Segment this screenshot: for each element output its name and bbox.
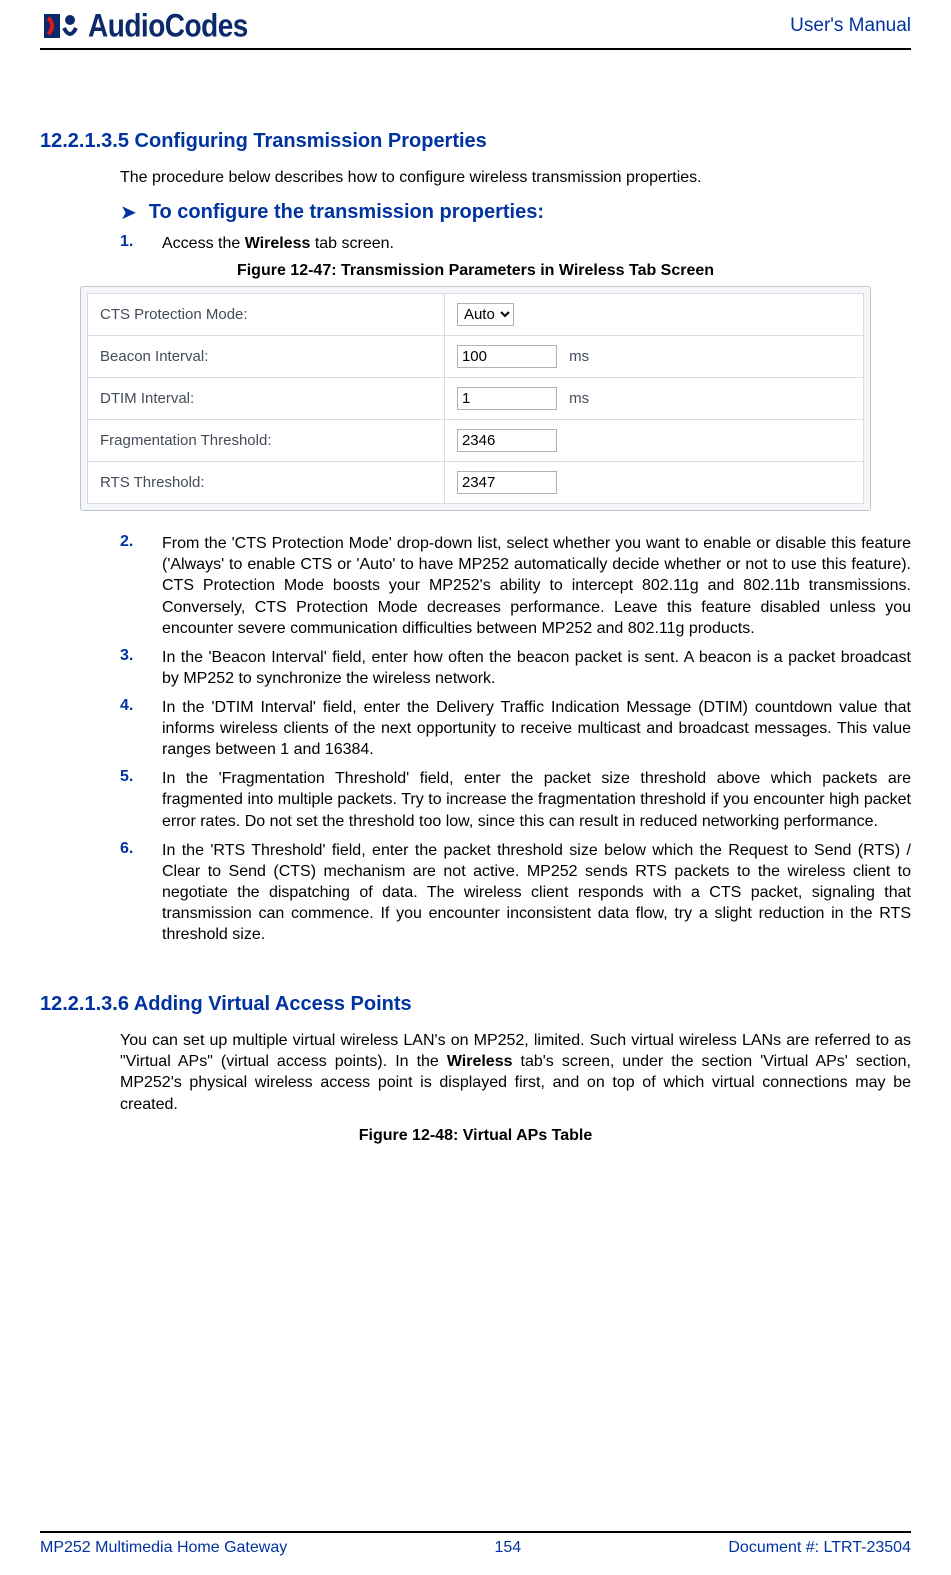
dtim-interval-input[interactable] bbox=[457, 387, 557, 410]
param-value-cell: ms bbox=[444, 336, 863, 378]
unit-label: ms bbox=[569, 348, 589, 365]
param-label: Beacon Interval: bbox=[88, 336, 445, 378]
figure-caption: Figure 12-48: Virtual APs Table bbox=[40, 1127, 911, 1145]
param-label: DTIM Interval: bbox=[88, 378, 445, 420]
step-bold: Wireless bbox=[245, 235, 311, 252]
brand-logo: AudioCodes bbox=[40, 10, 248, 42]
paragraph-bold: Wireless bbox=[447, 1053, 513, 1070]
procedure-arrow-icon: ➤ bbox=[120, 200, 137, 225]
step-text: Access the bbox=[162, 235, 245, 252]
unit-label: ms bbox=[569, 390, 589, 407]
footer-right: Document #: LTRT-23504 bbox=[728, 1539, 911, 1557]
param-value-cell: ms bbox=[444, 378, 863, 420]
step-body: In the 'RTS Threshold' field, enter the … bbox=[162, 840, 911, 946]
step-body: From the 'CTS Protection Mode' drop-down… bbox=[162, 533, 911, 639]
section-title: Adding Virtual Access Points bbox=[134, 993, 412, 1015]
section-intro: The procedure below describes how to con… bbox=[120, 167, 911, 188]
step-body: In the 'Beacon Interval' field, enter ho… bbox=[162, 647, 911, 689]
rts-threshold-input[interactable] bbox=[457, 471, 557, 494]
audiocodes-logo-icon bbox=[40, 10, 82, 42]
step-number: 2. bbox=[120, 533, 142, 639]
footer-rule bbox=[40, 1531, 911, 1533]
step-text: tab screen. bbox=[310, 235, 394, 252]
param-value-cell bbox=[444, 462, 863, 504]
step-number: 3. bbox=[120, 647, 142, 689]
section-number: 12.2.1.3.6 bbox=[40, 993, 129, 1015]
wireless-params-panel: CTS Protection Mode: Auto Beacon Interva… bbox=[80, 286, 871, 511]
step-number: 5. bbox=[120, 768, 142, 831]
step-body: Access the Wireless tab screen. bbox=[162, 233, 911, 254]
param-label: CTS Protection Mode: bbox=[88, 294, 445, 336]
step-number: 6. bbox=[120, 840, 142, 946]
figure-caption: Figure 12-47: Transmission Parameters in… bbox=[40, 262, 911, 280]
step-body: In the 'DTIM Interval' field, enter the … bbox=[162, 697, 911, 760]
cts-protection-select[interactable]: Auto bbox=[457, 303, 514, 326]
procedure-heading: To configure the transmission properties… bbox=[149, 201, 544, 224]
section-heading: 12.2.1.3.5 Configuring Transmission Prop… bbox=[40, 130, 911, 153]
section-paragraph: You can set up multiple virtual wireless… bbox=[120, 1030, 911, 1114]
header-rule bbox=[40, 48, 911, 50]
step-body: In the 'Fragmentation Threshold' field, … bbox=[162, 768, 911, 831]
brand-name: AudioCodes bbox=[88, 8, 248, 45]
footer-center: 154 bbox=[494, 1539, 521, 1557]
footer-left: MP252 Multimedia Home Gateway bbox=[40, 1539, 287, 1557]
step-number: 1. bbox=[120, 233, 142, 254]
beacon-interval-input[interactable] bbox=[457, 345, 557, 368]
fragmentation-threshold-input[interactable] bbox=[457, 429, 557, 452]
section-number: 12.2.1.3.5 bbox=[40, 130, 129, 152]
param-value-cell: Auto bbox=[444, 294, 863, 336]
header-right-label: User's Manual bbox=[790, 15, 911, 37]
param-label: RTS Threshold: bbox=[88, 462, 445, 504]
section-heading: 12.2.1.3.6 Adding Virtual Access Points bbox=[40, 993, 911, 1016]
step-number: 4. bbox=[120, 697, 142, 760]
section-title: Configuring Transmission Properties bbox=[135, 130, 487, 152]
param-label: Fragmentation Threshold: bbox=[88, 420, 445, 462]
param-value-cell bbox=[444, 420, 863, 462]
